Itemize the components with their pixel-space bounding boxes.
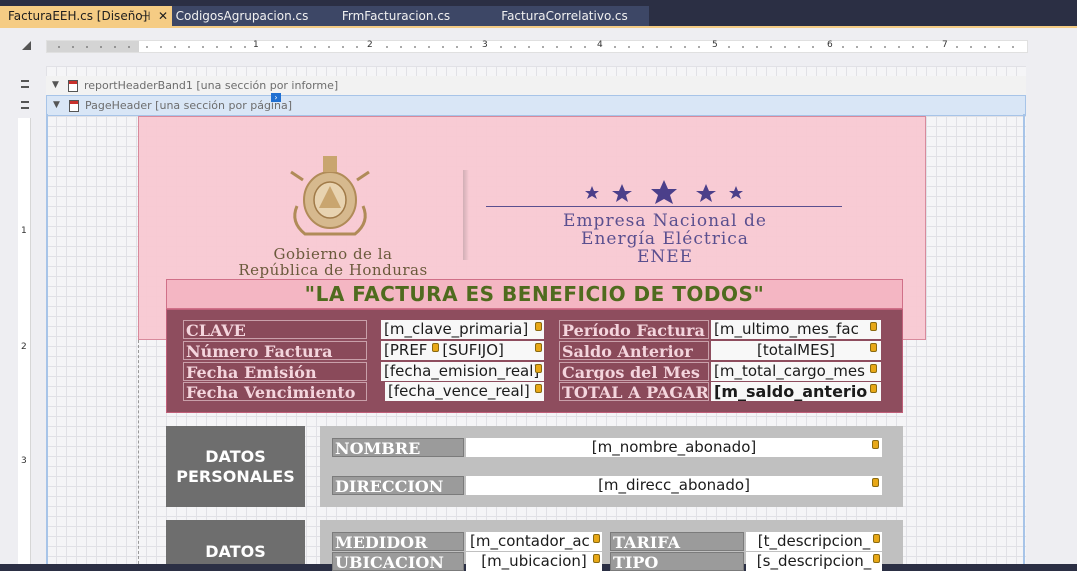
enee-rule — [486, 206, 842, 207]
tab-label: FacturaCorrelativo.cs — [501, 9, 628, 23]
fecha-vencimiento-value[interactable]: [fecha_vence_real] — [385, 382, 544, 401]
gov-line-2: República de Honduras — [238, 261, 428, 279]
smart-grip-icon[interactable] — [870, 322, 877, 331]
datos-suministro-header[interactable]: DATOS — [166, 520, 305, 564]
smart-grip-icon[interactable] — [870, 364, 877, 373]
ruler-number: 2 — [367, 40, 373, 50]
collapse-chevron-icon[interactable]: ▼ — [52, 76, 59, 95]
nombre-value[interactable]: [m_nombre_abonado] — [466, 438, 882, 457]
tipo-label[interactable]: TIPO — [610, 552, 744, 571]
tab-facturacorrelativo[interactable]: FacturaCorrelativo.cs — [480, 6, 649, 26]
ruler-number: 6 — [827, 40, 833, 50]
ruler-number: 2 — [21, 342, 27, 352]
band-handle-icon[interactable] — [21, 101, 29, 109]
tab-codigosagrupacion[interactable]: CodigosAgrupacion.cs — [172, 6, 312, 26]
ruler-number: 1 — [253, 40, 259, 50]
total-a-pagar-value[interactable]: [m_saldo_anterio — [711, 382, 881, 401]
band-label: reportHeaderBand1 [una sección por infor… — [84, 79, 339, 92]
honduras-crest-icon — [290, 156, 370, 236]
numero-factura-value[interactable]: [PREF - [SUFIJO] — [381, 341, 544, 360]
medidor-label[interactable]: MEDIDOR — [332, 532, 464, 551]
section-title-line: PERSONALES — [176, 467, 295, 486]
fecha-emision-value[interactable]: [fecha_emision_real] — [381, 362, 544, 381]
smart-grip-icon[interactable] — [872, 440, 879, 449]
enee-line-2: Energía Eléctrica — [581, 229, 749, 249]
pin-icon[interactable]: ⊣ — [140, 6, 150, 26]
ubicacion-label[interactable]: UBICACION — [332, 552, 464, 571]
tipo-value[interactable]: [s_descripcion_ — [746, 552, 882, 571]
enee-line-3: ENEE — [636, 247, 694, 267]
ruler-number: 3 — [21, 456, 27, 466]
report-header-band[interactable]: ▼ reportHeaderBand1 [una sección por inf… — [46, 76, 1026, 96]
datos-personales-header[interactable]: DATOS PERSONALES — [166, 426, 305, 507]
nombre-label[interactable]: NOMBRE — [332, 438, 464, 457]
tarifa-label[interactable]: TARIFA — [610, 532, 744, 551]
ruler-number: 4 — [597, 40, 603, 50]
close-icon[interactable]: ✕ — [158, 6, 168, 26]
cargos-del-mes-value[interactable]: [m_total_cargo_mes — [711, 362, 881, 381]
smart-grip-icon[interactable] — [593, 554, 600, 563]
smart-grip-icon[interactable] — [535, 322, 542, 331]
smart-grip-icon[interactable] — [873, 534, 880, 543]
collapse-chevron-icon[interactable]: ▼ — [53, 96, 60, 115]
fecha-vencimiento-label[interactable]: Fecha Vencimiento — [183, 382, 367, 401]
saldo-anterior-value[interactable]: [totalMES] — [711, 341, 881, 360]
band-handle-icon[interactable] — [21, 80, 29, 88]
tarifa-value[interactable]: [t_descripcion_ — [746, 532, 882, 551]
ruler-number: 5 — [712, 40, 718, 50]
document-tab-strip: FacturaEEH.cs [Diseño] ⊣ ✕ CodigosAgrupa… — [0, 0, 1077, 26]
clave-label[interactable]: CLAVE — [183, 320, 367, 339]
smart-grip-icon[interactable] — [870, 343, 877, 352]
logo-divider — [463, 170, 469, 260]
ruler-number: 3 — [482, 40, 488, 50]
direccion-value[interactable]: [m_direcc_abonado] — [466, 476, 882, 495]
margin-guide — [138, 340, 139, 564]
section-title-line: DATOS — [205, 542, 266, 561]
total-a-pagar-label[interactable]: TOTAL A PAGAR — [559, 382, 709, 401]
horizontal-ruler: 1 2 3 4 5 6 7 — [46, 40, 1028, 53]
tab-label: FrmFacturacion.cs — [341, 9, 451, 23]
smart-grip-icon[interactable] — [593, 534, 600, 543]
medidor-value[interactable]: [m_contador_ac — [466, 532, 602, 551]
band-icon — [68, 80, 78, 92]
saldo-anterior-label[interactable]: Saldo Anterior — [559, 341, 709, 360]
ubicacion-value[interactable]: [m_ubicacion] — [466, 552, 602, 571]
ruler-number: 1 — [21, 226, 27, 236]
ruler-ticks — [58, 46, 1014, 48]
smart-grip-icon[interactable] — [872, 478, 879, 487]
enee-logo-text: Empresa Nacional de Energía Eléctrica EN… — [500, 212, 830, 266]
tab-label: CodigosAgrupacion.cs — [175, 9, 309, 23]
government-logo-text: Gobierno de la República de Honduras — [210, 246, 456, 278]
band-label: PageHeader [una sección por página] — [85, 99, 292, 112]
slogan-label[interactable]: "LA FACTURA ES BENEFICIO DE TODOS" — [166, 279, 903, 309]
ruler-number: 7 — [942, 40, 948, 50]
periodo-factura-value[interactable]: [m_ultimo_mes_fac — [711, 320, 881, 339]
smart-grip-icon[interactable] — [535, 364, 542, 373]
direccion-label[interactable]: DIRECCION — [332, 476, 464, 495]
numero-factura-label[interactable]: Número Factura — [183, 341, 367, 360]
tab-label: FacturaEEH.cs [Diseño] — [8, 9, 148, 23]
tab-facturaeeh-design[interactable]: FacturaEEH.cs [Diseño] ⊣ ✕ — [0, 6, 172, 26]
smart-grip-icon[interactable] — [432, 343, 439, 352]
periodo-factura-label[interactable]: Período Factura — [559, 320, 709, 339]
smart-grip-icon[interactable] — [535, 343, 542, 352]
smart-grip-icon[interactable] — [870, 384, 877, 393]
tab-frmfacturacion[interactable]: FrmFacturacion.cs — [312, 6, 480, 26]
section-title-line: DATOS — [205, 447, 266, 466]
page-header-band[interactable]: ▼ PageHeader [una sección por página] — [46, 95, 1026, 116]
stars-icon — [585, 180, 743, 204]
vertical-ruler: 1 2 3 — [18, 118, 31, 564]
smart-grip-icon[interactable] — [535, 384, 542, 393]
fecha-emision-label[interactable]: Fecha Emisión — [183, 362, 367, 381]
smart-tag-icon[interactable]: › — [271, 93, 281, 102]
smart-grip-icon[interactable] — [873, 554, 880, 563]
enee-line-1: Empresa Nacional de — [563, 211, 767, 231]
clave-value[interactable]: [m_clave_primaria] — [381, 320, 544, 339]
band-icon — [69, 100, 79, 112]
cargos-del-mes-label[interactable]: Cargos del Mes — [559, 362, 709, 381]
gov-line-1: Gobierno de la — [273, 245, 393, 263]
ruler-corner-icon[interactable] — [22, 41, 31, 50]
